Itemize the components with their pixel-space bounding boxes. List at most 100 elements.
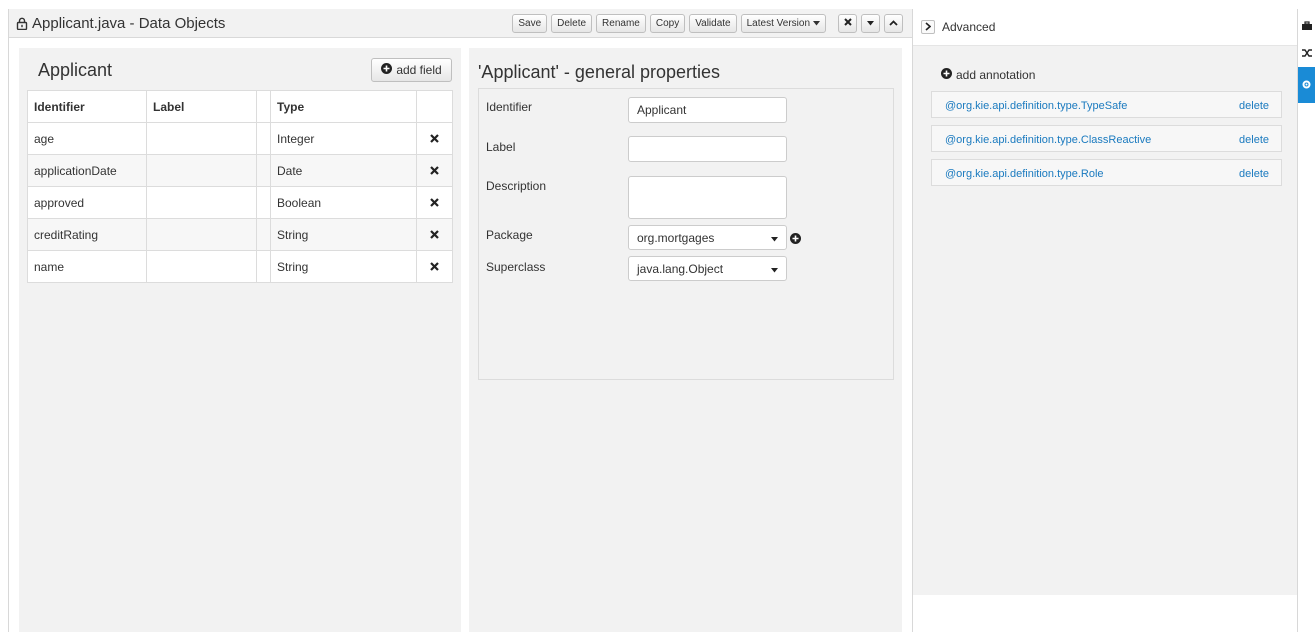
delete-field-button[interactable] [416,250,453,283]
field-spacer [256,154,271,187]
briefcase-icon[interactable] [1302,18,1312,30]
field-label [146,218,257,251]
table-row[interactable]: approved Boolean [27,186,453,219]
label-label: Label [486,140,516,154]
caret-down-icon [771,262,778,276]
validate-button[interactable]: Validate [689,14,737,33]
field-identifier: applicationDate [27,154,147,187]
gear-icon [1302,76,1311,94]
chevron-up-icon [889,18,898,29]
annotation-item: @org.kie.api.definition.type.TypeSafe de… [931,91,1282,118]
settings-tab[interactable] [1298,67,1315,103]
delete-field-button[interactable] [416,122,453,155]
data-object-title: Applicant [38,60,113,80]
annotation-link[interactable]: @org.kie.api.definition.type.TypeSafe [945,100,1127,112]
add-annotation-label: add annotation [956,68,1036,82]
package-value: org.mortgages [637,230,715,245]
identifier-label: Identifier [486,100,533,114]
delete-button[interactable]: Delete [551,14,593,33]
lock-icon [13,14,31,32]
delete-annotation-link[interactable]: delete [1239,134,1269,146]
side-toolstrip [1298,9,1315,632]
add-package-icon[interactable] [790,231,802,244]
data-object-fields-panel: Applicant add field Identifier Label Typ… [19,48,461,632]
add-field-button[interactable]: add field [371,58,452,82]
column-header-actions [416,90,453,123]
chevron-right-icon [925,18,932,36]
column-header-blank [256,90,271,123]
field-label [146,154,257,187]
fields-table: Identifier Label Type age Integer applic… [27,90,453,283]
table-row[interactable]: creditRating String [27,218,453,251]
field-spacer [256,186,271,219]
superclass-value: java.lang.Object [637,261,724,276]
plus-circle-icon [381,63,393,77]
column-header-label[interactable]: Label [146,90,257,123]
field-identifier: age [27,122,147,155]
field-label [146,122,257,155]
general-properties-title: 'Applicant' - general properties [478,62,721,82]
field-type: Boolean [270,186,417,219]
field-type: Integer [270,122,417,155]
identifier-field[interactable]: Applicant [628,97,787,123]
editor-header: Applicant.java - Data Objects Save Delet… [9,9,912,38]
field-label [146,186,257,219]
collapse-button[interactable] [884,14,903,33]
field-label [146,250,257,283]
editor-menu-button[interactable] [861,14,880,33]
label-field[interactable] [628,136,787,162]
description-field[interactable] [628,176,787,219]
plus-circle-icon [941,68,952,82]
remove-icon [430,228,439,242]
remove-icon [430,132,439,146]
remove-icon [430,164,439,178]
field-spacer [256,122,271,155]
delete-field-button[interactable] [416,186,453,219]
table-row[interactable]: name String [27,250,453,283]
delete-annotation-link[interactable]: delete [1239,100,1269,112]
caret-down-icon [771,231,778,245]
column-header-type[interactable]: Type [270,90,417,123]
table-row[interactable]: age Integer [27,122,453,155]
add-field-label: add field [396,63,442,77]
remove-icon [430,260,439,274]
field-type: String [270,218,417,251]
field-identifier: creditRating [27,218,147,251]
caret-down-icon [867,18,874,29]
superclass-select[interactable]: java.lang.Object [628,256,787,281]
table-row[interactable]: applicationDate Date [27,154,453,187]
annotation-link[interactable]: @org.kie.api.definition.type.Role [945,168,1104,180]
field-type: String [270,250,417,283]
description-label: Description [486,179,547,193]
editor-title: Applicant.java - Data Objects [32,14,226,32]
superclass-label: Superclass [486,260,546,274]
add-annotation-button[interactable]: add annotation [941,68,1035,82]
caret-down-icon [813,18,820,29]
delete-field-button[interactable] [416,154,453,187]
delete-field-button[interactable] [416,218,453,251]
general-properties-panel: 'Applicant' - general properties Identif… [469,48,902,632]
delete-annotation-link[interactable]: delete [1239,168,1269,180]
package-select[interactable]: org.mortgages [628,225,787,250]
advanced-panel-header: Advanced [913,9,1297,46]
copy-button[interactable]: Copy [649,14,686,33]
expand-panel-button[interactable] [921,20,935,34]
editor-toolbar: Save Delete Rename Copy Validate Latest … [512,14,903,33]
annotation-link[interactable]: @org.kie.api.definition.type.ClassReacti… [945,134,1151,146]
latest-version-dropdown[interactable]: Latest Version [740,14,826,33]
advanced-panel-title: Advanced [942,20,996,34]
field-identifier: name [27,250,147,283]
annotation-item: @org.kie.api.definition.type.ClassReacti… [931,125,1282,152]
package-label: Package [486,228,533,242]
advanced-panel: Advanced add annotation @org.kie.api.def… [912,9,1298,632]
rename-button[interactable]: Rename [596,14,646,33]
close-editor-button[interactable] [838,14,857,33]
field-identifier: approved [27,186,147,219]
remove-icon [430,196,439,210]
save-button[interactable]: Save [512,14,548,33]
latest-version-label: Latest Version [746,18,810,29]
shuffle-icon[interactable] [1302,45,1312,57]
column-header-identifier[interactable]: Identifier [27,90,147,123]
field-spacer [256,218,271,251]
annotations-area: add annotation @org.kie.api.definition.t… [913,46,1297,595]
